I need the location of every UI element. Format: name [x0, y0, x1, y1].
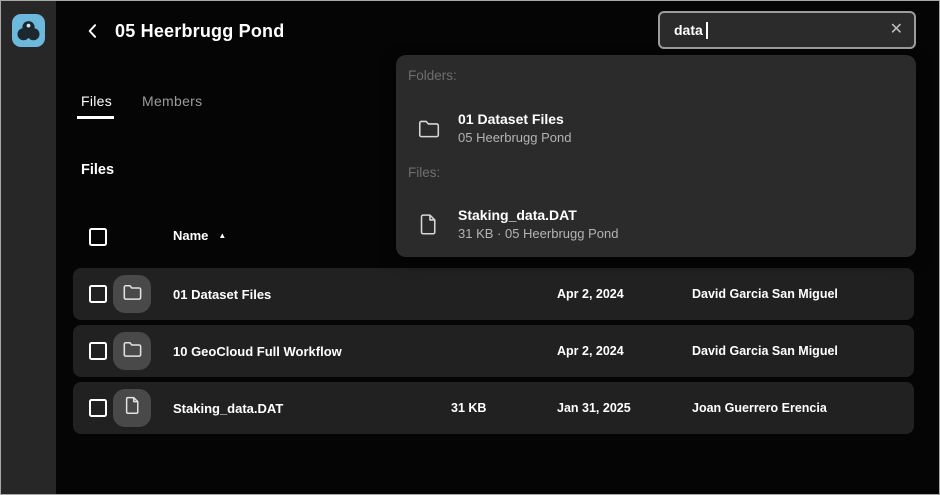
folder-icon	[121, 338, 143, 365]
file-row[interactable]: 10 GeoCloud Full Workflow Apr 2, 2024 Da…	[73, 325, 914, 377]
search-result-file[interactable]: Staking_data.DAT 31 KB · 05 Heerbrugg Po…	[396, 197, 916, 251]
files-group-label: Files:	[408, 165, 440, 180]
item-name: Staking_data.DAT	[173, 382, 283, 434]
result-title: Staking_data.DAT	[458, 206, 618, 224]
text-caret	[706, 22, 708, 39]
item-icon-chip	[113, 389, 151, 427]
item-size: 31 KB	[451, 382, 486, 434]
item-owner: Joan Guerrero Erencia	[692, 382, 827, 434]
item-date: Jan 31, 2025	[557, 382, 631, 434]
tab-files[interactable]: Files	[81, 93, 112, 109]
tab-members[interactable]: Members	[142, 93, 202, 109]
file-icon	[122, 395, 143, 421]
sidebar	[1, 1, 56, 494]
sort-ascending-icon: ▲	[218, 231, 226, 240]
geocloud-logo-icon[interactable]	[12, 14, 45, 47]
app-window: 05 Heerbrugg Pond ✕ Files Members Files …	[0, 0, 940, 495]
item-owner: David Garcia San Miguel	[692, 268, 838, 320]
result-location: 05 Heerbrugg Pond	[458, 129, 571, 147]
search-result-folder[interactable]: 01 Dataset Files 05 Heerbrugg Pond	[396, 101, 916, 155]
file-row[interactable]: 01 Dataset Files Apr 2, 2024 David Garci…	[73, 268, 914, 320]
files-section-heading: Files	[81, 162, 114, 178]
chevron-left-icon	[83, 21, 103, 46]
active-tab-underline	[77, 116, 114, 119]
folder-icon	[416, 116, 441, 141]
item-name: 01 Dataset Files	[173, 268, 271, 320]
search-input[interactable]	[660, 13, 914, 47]
result-title: 01 Dataset Files	[458, 110, 571, 128]
item-owner: David Garcia San Miguel	[692, 325, 838, 377]
file-row[interactable]: Staking_data.DAT 31 KB Jan 31, 2025 Joan…	[73, 382, 914, 434]
item-icon-chip	[113, 332, 151, 370]
search-results-dropdown: Folders: 01 Dataset Files 05 Heerbrugg P…	[396, 55, 916, 257]
result-meta: 31 KB · 05 Heerbrugg Pond	[458, 225, 618, 243]
search-box: ✕	[658, 11, 916, 49]
item-icon-chip	[113, 275, 151, 313]
folder-icon	[121, 281, 143, 308]
clear-search-icon[interactable]: ✕	[890, 22, 903, 38]
row-checkbox[interactable]	[89, 285, 107, 303]
file-icon	[416, 212, 441, 237]
back-button[interactable]	[81, 21, 105, 45]
name-column-header[interactable]: Name ▲	[173, 228, 226, 243]
row-checkbox[interactable]	[89, 342, 107, 360]
row-checkbox[interactable]	[89, 399, 107, 417]
item-date: Apr 2, 2024	[557, 325, 624, 377]
name-header-label: Name	[173, 228, 208, 243]
item-name: 10 GeoCloud Full Workflow	[173, 325, 342, 377]
item-date: Apr 2, 2024	[557, 268, 624, 320]
select-all-checkbox[interactable]	[89, 228, 107, 246]
page-title: 05 Heerbrugg Pond	[115, 21, 284, 42]
folders-group-label: Folders:	[408, 68, 457, 83]
